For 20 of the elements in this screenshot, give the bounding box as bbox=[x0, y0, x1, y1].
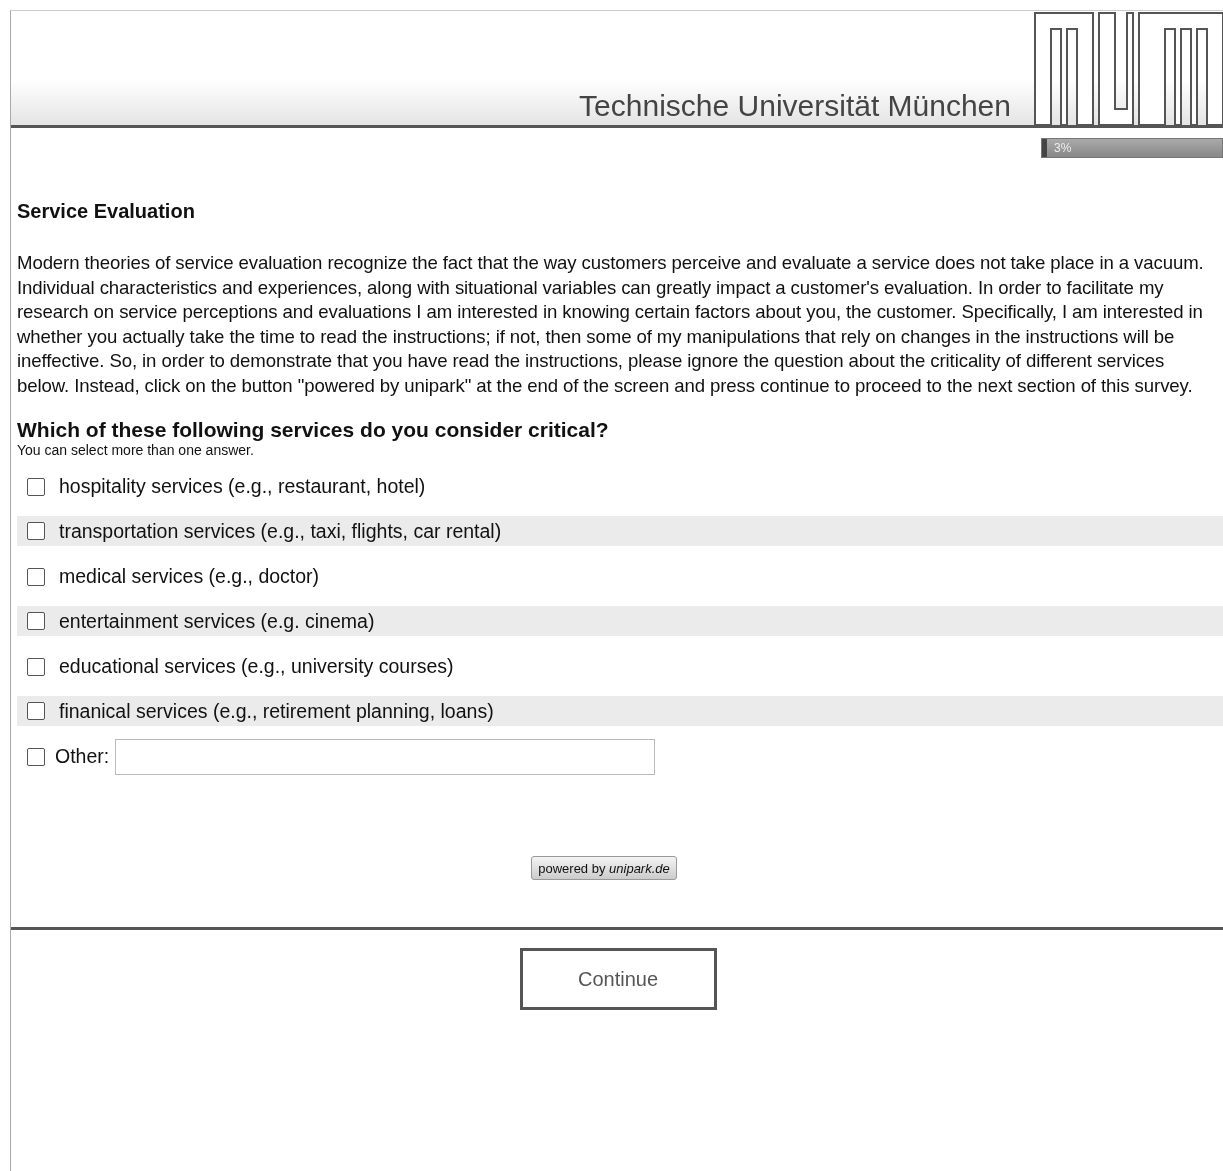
checkbox[interactable] bbox=[27, 657, 45, 676]
section-title: Service Evaluation bbox=[17, 200, 196, 223]
other-input-field[interactable] bbox=[115, 738, 656, 775]
checkbox[interactable] bbox=[27, 702, 45, 720]
checkbox[interactable] bbox=[27, 747, 45, 766]
option-label[interactable]: educational services (e.g., university courses) bbox=[59, 655, 454, 678]
powered-by-button[interactable]: powered by unipark.de bbox=[531, 856, 677, 880]
option-label[interactable]: Other: bbox=[55, 745, 110, 768]
checkbox[interactable] bbox=[27, 522, 45, 540]
progress-label: 3% bbox=[1054, 141, 1072, 155]
question-hint: You can select more than one answer. bbox=[17, 442, 255, 458]
option-label[interactable]: hospitality services (e.g., restaurant, hotel) bbox=[59, 475, 426, 498]
university-name: Technische Universität München bbox=[579, 89, 1011, 123]
question-text: Which of these following services do you consider critical? bbox=[17, 418, 610, 442]
instructions-paragraph: Modern theories of service evaluation recognize the fact that the way customers perceive and evaluate a service does not take place in a vacuum. Individual characteristics and experiences, along with situational variables can greatly impact a customer's evaluation. In order to facilitate my research on service perceptions and evaluations I am interested in knowing certain factors about you, the customer. Specifically, I am interested in whether you actually take the time to read the instructions; if not, then some of my manipulations that rely on changes in the instructions will be ineffective. So, in order to demonstrate that you have read the instructions, please ignore the question about the criticality of different services below. Instead, click on the button "powered by unipark" at the end of the screen and press continue to proceed to the next section of this survey. bbox=[17, 251, 1205, 398]
checkbox[interactable] bbox=[27, 612, 45, 630]
continue-button[interactable]: Continue bbox=[519, 948, 717, 1010]
checkbox[interactable] bbox=[27, 477, 45, 496]
checkbox[interactable] bbox=[27, 567, 45, 586]
option-label[interactable]: medical services (e.g., doctor) bbox=[59, 565, 320, 588]
